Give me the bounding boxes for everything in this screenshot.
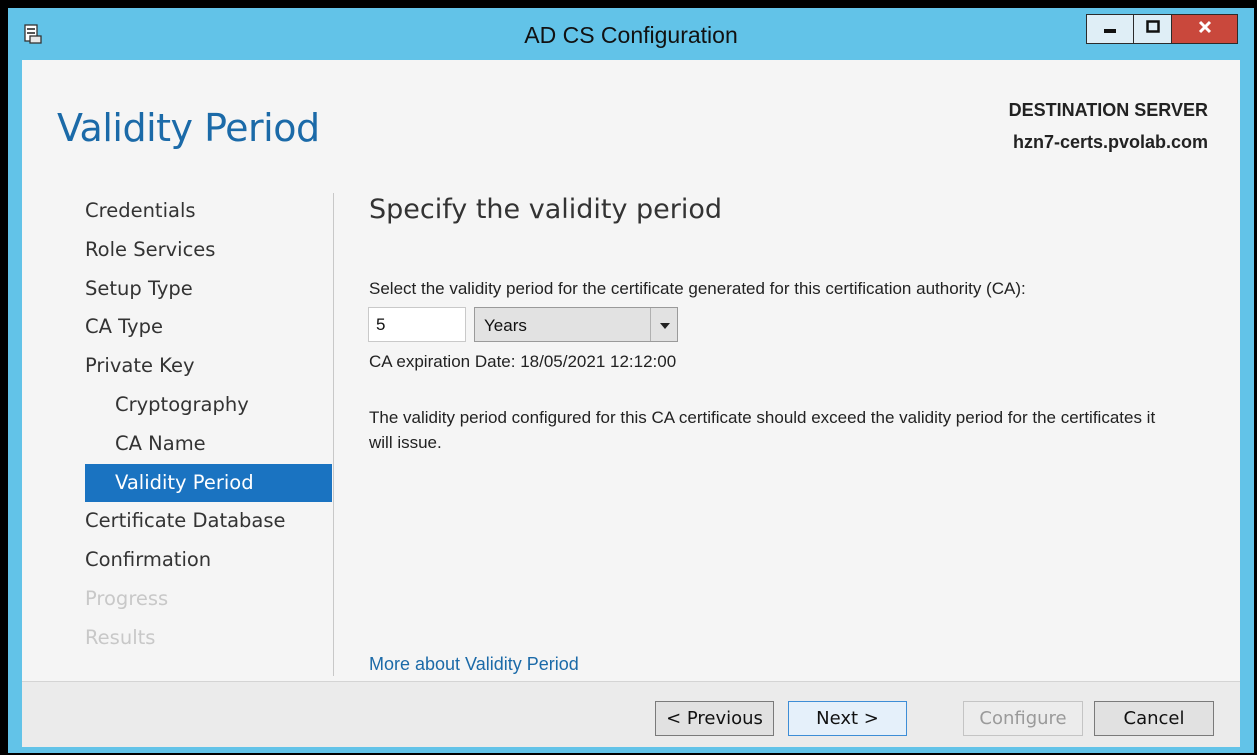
- validity-period-input[interactable]: 5: [368, 307, 466, 342]
- nav-item-setup-type[interactable]: Setup Type: [85, 270, 332, 309]
- maximize-button[interactable]: [1134, 14, 1172, 44]
- validity-instruction: Select the validity period for the certi…: [369, 279, 1026, 298]
- destination-server-label: DESTINATION SERVER: [1008, 100, 1208, 120]
- close-icon: [1198, 20, 1212, 39]
- cancel-button[interactable]: Cancel: [1094, 701, 1214, 736]
- nav-item-validity-period[interactable]: Validity Period: [85, 463, 332, 503]
- next-button[interactable]: Next >: [788, 701, 907, 736]
- configure-button: Configure: [963, 701, 1083, 736]
- close-button[interactable]: [1172, 14, 1238, 44]
- nav-item-credentials[interactable]: Credentials: [85, 192, 332, 231]
- minimize-button[interactable]: [1086, 14, 1134, 44]
- page-title: Validity Period: [57, 106, 320, 150]
- maximize-icon: [1145, 19, 1160, 39]
- validity-note: The validity period configured for this …: [369, 408, 1156, 452]
- more-about-validity-link[interactable]: More about Validity Period: [369, 654, 579, 675]
- title-bar[interactable]: AD CS Configuration: [8, 8, 1254, 60]
- nav-item-cryptography[interactable]: Cryptography: [85, 386, 332, 425]
- validity-unit-value: Years: [484, 316, 527, 335]
- nav-item-role-services[interactable]: Role Services: [85, 231, 332, 270]
- wizard-content: Validity Period DESTINATION SERVER hzn7-…: [22, 60, 1240, 681]
- nav-item-ca-name[interactable]: CA Name: [85, 425, 332, 464]
- dropdown-separator: [650, 308, 651, 341]
- minimize-icon: [1103, 20, 1117, 39]
- window-title: AD CS Configuration: [524, 22, 738, 48]
- wizard-footer: < Previous Next > Configure Cancel: [22, 681, 1240, 747]
- nav-item-progress: Progress: [85, 586, 169, 610]
- ca-expiration-date: CA expiration Date: 18/05/2021 12:12:00: [369, 352, 677, 371]
- validity-unit-dropdown[interactable]: Years: [474, 307, 678, 342]
- section-title: Specify the validity period: [369, 194, 723, 225]
- wizard-navigation: Credentials Role Services Setup Type CA …: [85, 192, 332, 658]
- nav-item-confirmation[interactable]: Confirmation: [85, 541, 332, 580]
- nav-item-private-key[interactable]: Private Key: [85, 347, 332, 386]
- nav-item-results: Results: [85, 625, 156, 649]
- destination-server-host: hzn7-certs.pvolab.com: [1012, 132, 1208, 152]
- ad-cs-configuration-window: AD CS Configuration Validity Period DEST…: [8, 8, 1254, 753]
- previous-button[interactable]: < Previous: [655, 701, 774, 736]
- nav-divider: [333, 193, 334, 676]
- nav-item-ca-type[interactable]: CA Type: [85, 308, 332, 347]
- chevron-down-icon[interactable]: [659, 317, 671, 337]
- nav-item-certificate-database[interactable]: Certificate Database: [85, 502, 332, 541]
